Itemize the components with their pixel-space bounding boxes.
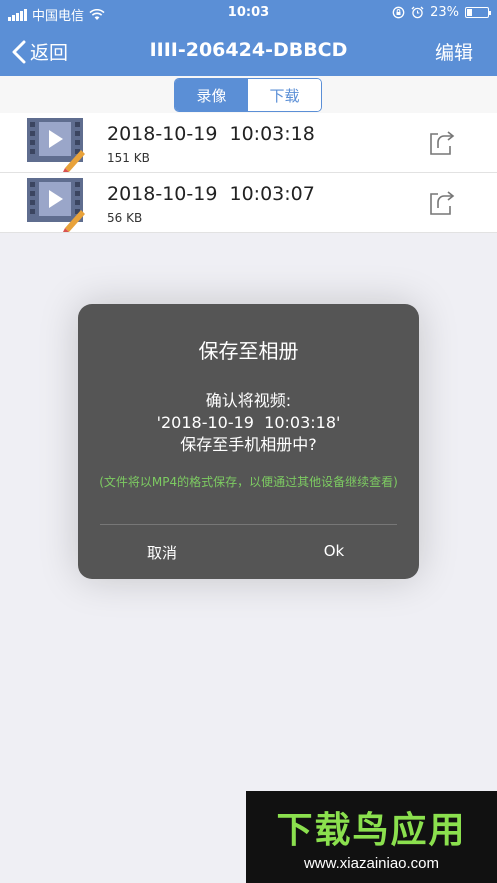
segmented-control: 录像 下载 xyxy=(174,78,322,112)
alarm-icon xyxy=(411,6,424,19)
save-to-album-dialog: 保存至相册 确认将视频: '2018-10-19 10:03:18' 保存至手机… xyxy=(78,304,419,579)
share-icon[interactable] xyxy=(428,190,456,216)
dialog-title: 保存至相册 xyxy=(198,339,299,363)
recording-list: 2018-10-19 10:03:18 151 KB 2018-10-19 10… xyxy=(0,113,497,233)
list-item[interactable]: 2018-10-19 10:03:18 151 KB xyxy=(0,113,497,173)
video-thumbnail-icon xyxy=(27,118,85,172)
rotation-lock-icon xyxy=(392,6,405,19)
battery-icon xyxy=(465,7,491,18)
status-right: 23% xyxy=(392,5,491,20)
tab-downloads[interactable]: 下载 xyxy=(248,79,321,111)
recording-size: 56 KB xyxy=(107,211,143,225)
recording-date: 2018-10-19 10:03:07 xyxy=(107,183,315,205)
navigation-bar: 返回 IIII-206424-DBBCD 编辑 xyxy=(0,26,497,76)
status-bar: 中国电信 10:03 23% xyxy=(0,0,497,26)
edit-button[interactable]: 编辑 xyxy=(435,38,473,65)
dialog-note: (文件将以MP4的格式保存，以便通过其他设备继续查看) xyxy=(99,475,398,489)
watermark: 下载鸟应用 www.xiazainiao.com xyxy=(246,791,497,883)
tab-recordings[interactable]: 录像 xyxy=(175,79,248,111)
segment-bar: 录像 下载 xyxy=(0,76,497,113)
dialog-divider xyxy=(100,524,397,525)
watermark-url: www.xiazainiao.com xyxy=(303,855,440,872)
dialog-message: 确认将视频: '2018-10-19 10:03:18' 保存至手机相册中? xyxy=(156,391,341,454)
list-item[interactable]: 2018-10-19 10:03:07 56 KB xyxy=(0,173,497,233)
video-thumbnail-icon xyxy=(27,178,85,232)
ok-button[interactable]: Ok xyxy=(294,542,374,560)
cancel-button[interactable]: 取消 xyxy=(122,542,202,563)
page-title: IIII-206424-DBBCD xyxy=(149,39,348,61)
recording-date: 2018-10-19 10:03:18 xyxy=(107,123,315,145)
share-icon[interactable] xyxy=(428,130,456,156)
watermark-logo: 下载鸟应用 xyxy=(276,810,467,851)
recording-size: 151 KB xyxy=(107,151,150,165)
battery-percent: 23% xyxy=(430,5,459,20)
